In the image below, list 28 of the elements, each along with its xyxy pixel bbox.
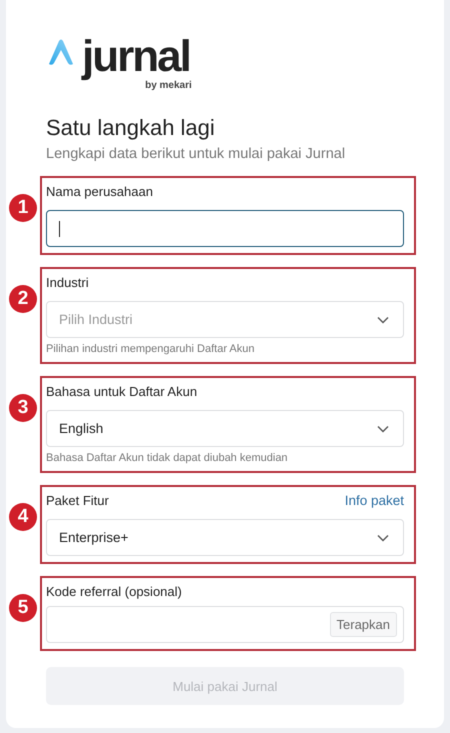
chevron-down-icon [377,316,389,324]
apply-button[interactable]: Terapkan [330,612,397,637]
field-label: Kode referral (opsional) [46,583,182,601]
field-hint: Bahasa Daftar Akun tidak dapat diubah kemudian [46,451,289,465]
step-number-badge: 3 [9,394,37,422]
logo-mark-icon [46,38,76,66]
page-subheading: Lengkapi data berikut untuk mulai pakai Jurnal [46,145,346,164]
logo-tagline: by mekari [145,80,192,92]
chevron-down-icon [377,424,389,432]
referral-code-field[interactable]: Terapkan [46,606,404,643]
input-field[interactable] [46,210,404,247]
page-heading: Satu langkah lagi [46,114,216,142]
logo-wordmark: jurnal [82,34,190,80]
field-label: Industri [46,274,89,292]
step-number-badge: 1 [9,194,37,222]
field-hint: Pilihan industri mempengaruhi Daftar Akun [46,342,256,356]
select-field[interactable]: English [46,410,404,447]
info-link[interactable]: Info paket [344,491,404,511]
field-label: Nama perusahaan [46,183,153,201]
chevron-down-icon [377,534,389,542]
step-number-badge: 2 [9,285,37,313]
field-label: Paket Fitur [46,492,109,510]
select-field[interactable]: Enterprise+ [46,519,404,556]
step-number-badge: 5 [9,594,37,622]
field-label: Bahasa untuk Daftar Akun [46,383,198,401]
step-number-badge: 4 [9,503,37,531]
text-cursor [59,220,60,236]
select-field[interactable]: Pilih Industri [46,301,404,338]
